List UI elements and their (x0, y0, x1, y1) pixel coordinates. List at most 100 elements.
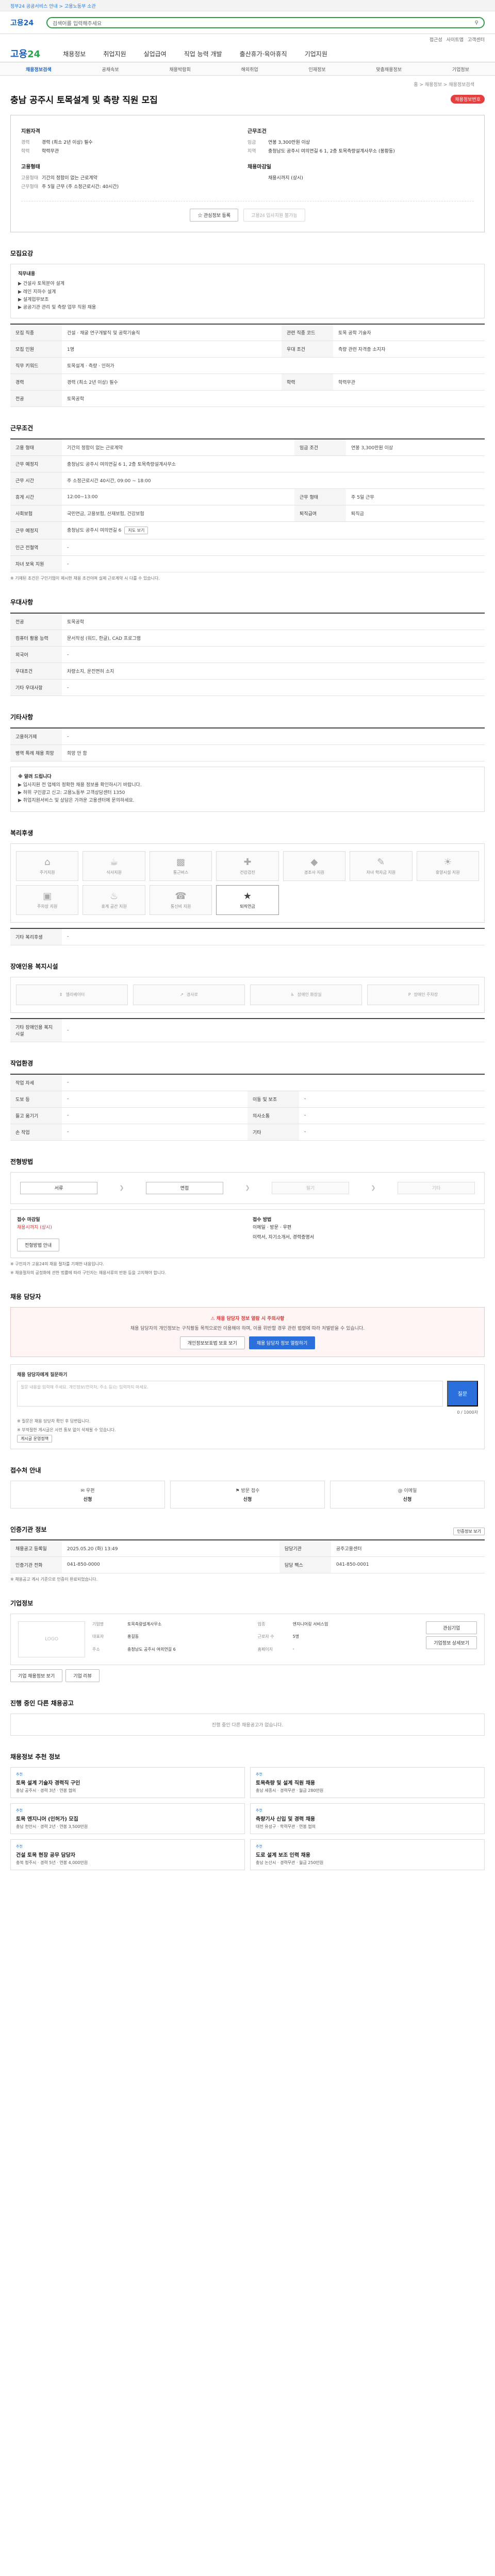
section-recent-title: 진행 중인 다른 채용공고 (10, 1699, 74, 1707)
util-support[interactable]: 고객센터 (468, 36, 485, 43)
welfare-item: ☎ 통신비 지원 (149, 885, 212, 915)
email-icon: @ (398, 1488, 404, 1494)
section-preference-title: 우대사항 (10, 599, 34, 606)
table-row: 직무 키워드 토목설계 · 측량 · 인허가 (10, 357, 485, 375)
table-row: 기타 복리후생 - (10, 928, 485, 945)
recruit-table: 모집 직종 건설 · 채굴 연구개발직 및 공학기술직 관련 직종 코드 토목 공학 … (10, 324, 485, 408)
search-placeholder: 검색어를 입력해주세요 (53, 21, 102, 27)
privacy-law-button[interactable]: 개인정보보호법 보호 보기 (179, 1336, 245, 1349)
disability-item: ↗ 경사로 (133, 984, 245, 1005)
welfare-item: ☀ 휴양시설 지원 (416, 851, 479, 881)
disability-item: ♿ 장애인 화장실 (250, 984, 362, 1005)
recommend-card[interactable]: 추천 도로 설계 보조 인력 채용 충남 논산시 · 경력무관 · 월급 250만원 (250, 1839, 485, 1870)
home-icon: ⌂ (44, 856, 51, 868)
qa-textarea[interactable]: 질문 내용을 입력해 주세요. 개인정보(연락처, 주소 등)는 입력하지 마세… (17, 1380, 443, 1406)
table-row: 근무 예정지 충청남도 공주시 여의연길 6 1, 2층 토목측량설계사무소 (10, 455, 485, 473)
arrow-right-icon: ❯ (119, 1184, 124, 1192)
subnav-item-custom[interactable]: 맞춤채용정보 (376, 66, 402, 73)
mini-logo[interactable]: 고용24 (10, 18, 41, 28)
qa-counter: 0 / 1000자 (457, 1410, 478, 1415)
section-method-title: 접수처 안내 (10, 1466, 41, 1474)
util-accessibility[interactable]: 접근성 (430, 36, 442, 43)
recommend-grid: 추천 토목 설계 기술자 경력직 구인 충남 공주시 · 경력 3년 · 연봉 협의… (10, 1767, 485, 1870)
top-notice[interactable]: 정부24 공공서비스 안내 > 고용노동부 소관 (10, 3, 96, 9)
nav-item-unemployment[interactable]: 실업급여 (144, 49, 167, 58)
welfare-item-active: ★ 퇴직연금 (216, 885, 279, 915)
recommend-card[interactable]: 추천 측량기사 신입 및 경력 채용 대전 유성구 · 학력무관 · 연봉 협의 (250, 1803, 485, 1834)
step-document: 서류 (20, 1181, 97, 1194)
company-review-button[interactable]: 기업 리뷰 (65, 1669, 100, 1682)
subnav-item-company[interactable]: 기업정보 (452, 66, 469, 73)
recommend-card[interactable]: 추천 토목 엔지니어 (인허가) 모집 충남 천안시 · 경력 2년 · 연봉 3,… (10, 1803, 245, 1834)
duty-box: 직무내용 ▶ 건설사 토목분야 설계 ▶ 레인 지하수 설계 ▶ 설계업무보조 … (10, 264, 485, 319)
meal-icon: ☕ (110, 856, 119, 868)
section-company-title: 기업정보 (10, 1599, 34, 1607)
apply-methods: ✉ 우편 신청 ⚑ 방문 접수 신청 @ 이메일 신청 (10, 1480, 485, 1509)
nav-item-training[interactable]: 직업 능력 개발 (184, 49, 222, 58)
process-guide-button[interactable]: 전형방법 안내 (17, 1238, 60, 1251)
qa-policy-link[interactable]: 게시글 운영정책 (17, 1434, 53, 1443)
subnav-item-talent[interactable]: 인재정보 (308, 66, 325, 73)
company-detail-button[interactable]: 기업정보 상세보기 (426, 1636, 477, 1649)
other-table: 고용허가제 - 병역 특례 채용 희망 희망 안 함 (10, 727, 485, 762)
table-row: 자녀 보육 지원 - (10, 555, 485, 573)
process-detail: 접수 마감일 채용시까지 (상시) 전형방법 안내 접수 방법 이메일 · 방문 ·… (10, 1209, 485, 1258)
step-etc: 기타 (398, 1181, 475, 1194)
favorite-button[interactable]: ☆ 관심정보 등록 (190, 209, 239, 222)
visit-icon: ⚑ (235, 1488, 241, 1494)
view-contact-button[interactable]: 채용 담당자 정보 열람하기 (249, 1336, 316, 1349)
site-logo[interactable]: 고용24 (10, 47, 40, 60)
section-welfare-title: 복리후생 (10, 829, 34, 837)
coffee-icon: ♨ (110, 890, 119, 902)
table-row: 고용허가제 - (10, 728, 485, 745)
table-row: 경력 경력 (최소 2년 이상) 필수 학력 학력무관 (10, 374, 485, 391)
recommend-card[interactable]: 추천 토목 설계 기술자 경력직 구인 충남 공주시 · 경력 3년 · 연봉 협의 (10, 1767, 245, 1798)
subnav-item-fair[interactable]: 채용박람회 (169, 66, 190, 73)
subnav-item-search[interactable]: 채용정보검색 (26, 66, 52, 73)
car-icon: ▣ (43, 890, 52, 902)
table-row: 작업 자세 - (10, 1074, 485, 1091)
nav-item-company[interactable]: 기업지원 (305, 49, 327, 58)
table-row: 채용공고 등록일 2025.05.20 (화) 13:49 담당기관 공주고용센터 (10, 1539, 485, 1557)
section-process-title: 전형방법 (10, 1158, 34, 1165)
welfare-item: ◆ 경조사 지원 (283, 851, 346, 881)
qa-box: 채용 담당자에게 질문하기 질문 내용을 입력해 주세요. 개인정보(연락처, … (10, 1364, 485, 1449)
step-interview: 면접 (146, 1181, 223, 1194)
company-favorite-button[interactable]: 관심기업 (426, 1621, 477, 1634)
welfare-item: ♨ 휴게 공간 지원 (82, 885, 145, 915)
recommend-card[interactable]: 추천 토목측량 및 설계 직원 채용 충남 세종시 · 경력무관 · 월급 280만… (250, 1767, 485, 1798)
util-sitemap[interactable]: 사이트맵 (447, 36, 464, 43)
summary-qualification: 지원자격 경력 경력 (최소 2년 이상) 필수 학력 학력무관 고용형태 고용형태… (21, 129, 119, 190)
table-row: 컴퓨터 활용 능력 문서작성 (워드, 한글), CAD 프로그램 (10, 630, 485, 647)
welfare-etc-table: 기타 복리후생 - (10, 927, 485, 945)
section-workenv-title: 작업환경 (10, 1059, 34, 1067)
agency-table: 채용공고 등록일 2025.05.20 (화) 13:49 담당기관 공주고용센터 인… (10, 1539, 485, 1573)
welfare-item: ✚ 건강검진 (216, 851, 279, 881)
apply-disabled-button[interactable]: 고용24 입사지원 불가능 (243, 209, 305, 222)
search-icon[interactable]: ⚲ (475, 20, 478, 26)
subnav-item-news[interactable]: 공채속보 (102, 66, 119, 73)
util-links: 접근성 사이트맵 고객센터 (10, 34, 485, 45)
map-button[interactable]: 지도 보기 (124, 527, 148, 535)
qa-submit-button[interactable]: 질문 (447, 1380, 478, 1406)
nav-item-jobs[interactable]: 채용정보 (63, 49, 86, 58)
search-input[interactable]: 검색어를 입력해주세요 ⚲ (46, 17, 485, 28)
nav-item-support[interactable]: 취업지원 (103, 49, 126, 58)
rest-icon: ☀ (443, 856, 452, 868)
workenv-table: 작업 자세 - 도보 등 - 이동 및 보조 - 들고 옮기기 - 의사소통 - 손 작업 - 기… (10, 1073, 485, 1141)
company-jobs-button[interactable]: 기업 채용정보 보기 (10, 1669, 63, 1682)
disability-item: ⇕ 엘리베이터 (16, 984, 128, 1005)
table-row: 손 작업 - 기타 - (10, 1124, 485, 1141)
breadcrumb: 홈 > 채용정보 > 채용정보검색 (414, 82, 474, 88)
agency-info-button[interactable]: 인증정보 보기 (453, 1527, 485, 1535)
recommend-card[interactable]: 추천 건설 토목 현장 공무 담당자 충북 청주시 · 경력 5년 · 연봉 4,0… (10, 1839, 245, 1870)
page-title: 충남 공주시 토목설계 및 측량 직원 모집 (10, 95, 158, 106)
subnav-item-overseas[interactable]: 해외취업 (241, 66, 258, 73)
table-row: 모집 직종 건설 · 채굴 연구개발직 및 공학기술직 관련 직종 코드 토목 공학 … (10, 324, 485, 342)
contact-warning: ⚠ 채용 담당자 정보 열람 시 주의사항 채용 담당자의 개인정보는 구직활동… (10, 1307, 485, 1357)
welfare-item: ☕ 식사지원 (82, 851, 145, 881)
job-id-badge: 채용정보번호 (451, 95, 485, 104)
table-row: 모집 인원 1명 우대 조건 측량 관련 자격증 소지자 (10, 341, 485, 358)
table-row: 근무 시간 주 소정근로시간 40시간, 09:00 ~ 18:00 (10, 472, 485, 489)
nav-item-leave[interactable]: 출산휴가·육아휴직 (240, 49, 287, 58)
